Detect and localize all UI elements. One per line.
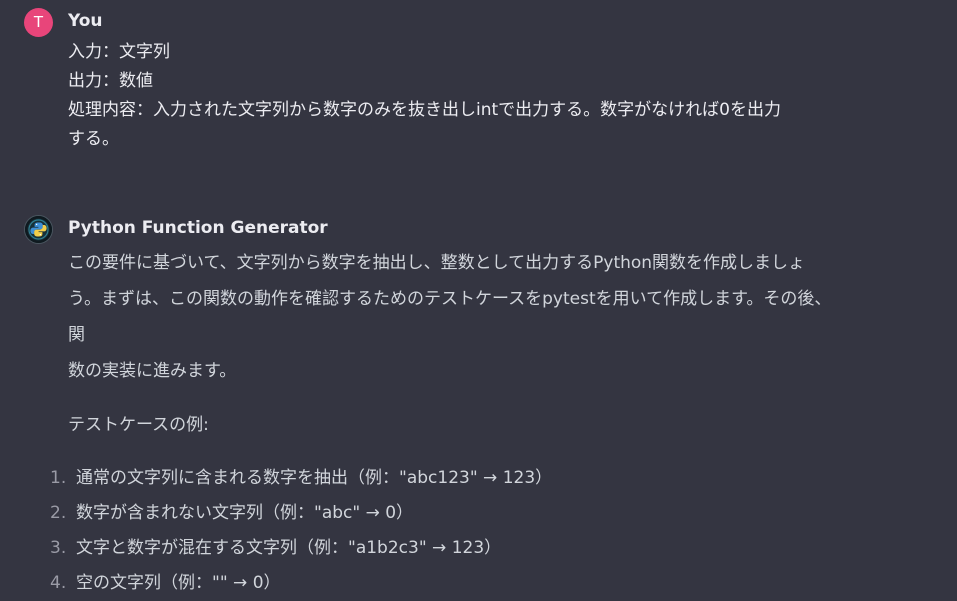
user-message-text: 入力：文字列 出力：数値 処理内容：入力された文字列から数字のみを抜き出しint… <box>68 38 828 154</box>
test-heading: テストケースの例: <box>68 415 209 435</box>
test-case-list: 1. 通常の文字列に含まれる数字を抽出（例："abc123" → 123） 2. 数… <box>50 461 820 601</box>
user-message-line: する。 <box>68 129 119 149</box>
list-item-text: 通常の文字列に含まれる数字を抽出（例："abc123" → 123） <box>76 468 553 488</box>
list-item: 1. 通常の文字列に含まれる数字を抽出（例："abc123" → 123） <box>50 461 820 496</box>
list-item-text: 数字が含まれない文字列（例："abc" → 0） <box>76 503 414 523</box>
user-message-line: 入力：文字列 <box>68 42 170 62</box>
list-item-text: 文字と数字が混在する文字列（例："a1b2c3" → 123） <box>76 538 502 558</box>
gpt-author-name: Python Function Generator <box>68 218 328 238</box>
list-number: 2. <box>50 503 67 523</box>
user-message-line: 処理内容：入力された文字列から数字のみを抜き出しintで出力する。数字がなければ… <box>68 100 781 120</box>
list-item-text: 空の文字列（例："" → 0） <box>76 573 281 593</box>
assistant-message-text: この要件に基づいて、文字列から数字を抽出し、整数として出力するPython関数を… <box>50 245 838 601</box>
user-message-line: 出力：数値 <box>68 71 153 91</box>
user-avatar: T <box>24 8 53 37</box>
intro-line: 数の実装に進みます。 <box>68 361 237 381</box>
list-item: 4. 空の文字列（例："" → 0） <box>50 566 820 601</box>
list-number: 4. <box>50 573 67 593</box>
list-number: 3. <box>50 538 67 558</box>
list-item: 3. 文字と数字が混在する文字列（例："a1b2c3" → 123） <box>50 531 820 566</box>
list-number: 1. <box>50 468 67 488</box>
intro-line: この要件に基づいて、文字列から数字を抽出し、整数として出力するPython関数を… <box>68 253 806 273</box>
gpt-avatar <box>24 215 53 244</box>
list-item: 2. 数字が含まれない文字列（例："abc" → 0） <box>50 496 820 531</box>
intro-paragraph: この要件に基づいて、文字列から数字を抽出し、整数として出力するPython関数を… <box>68 245 838 389</box>
user-author-name: You <box>68 11 103 31</box>
python-icon <box>25 216 52 243</box>
intro-line: う。まずは、この関数の動作を確認するためのテストケースをpytestを用いて作成… <box>68 289 832 345</box>
user-avatar-letter: T <box>33 13 44 31</box>
